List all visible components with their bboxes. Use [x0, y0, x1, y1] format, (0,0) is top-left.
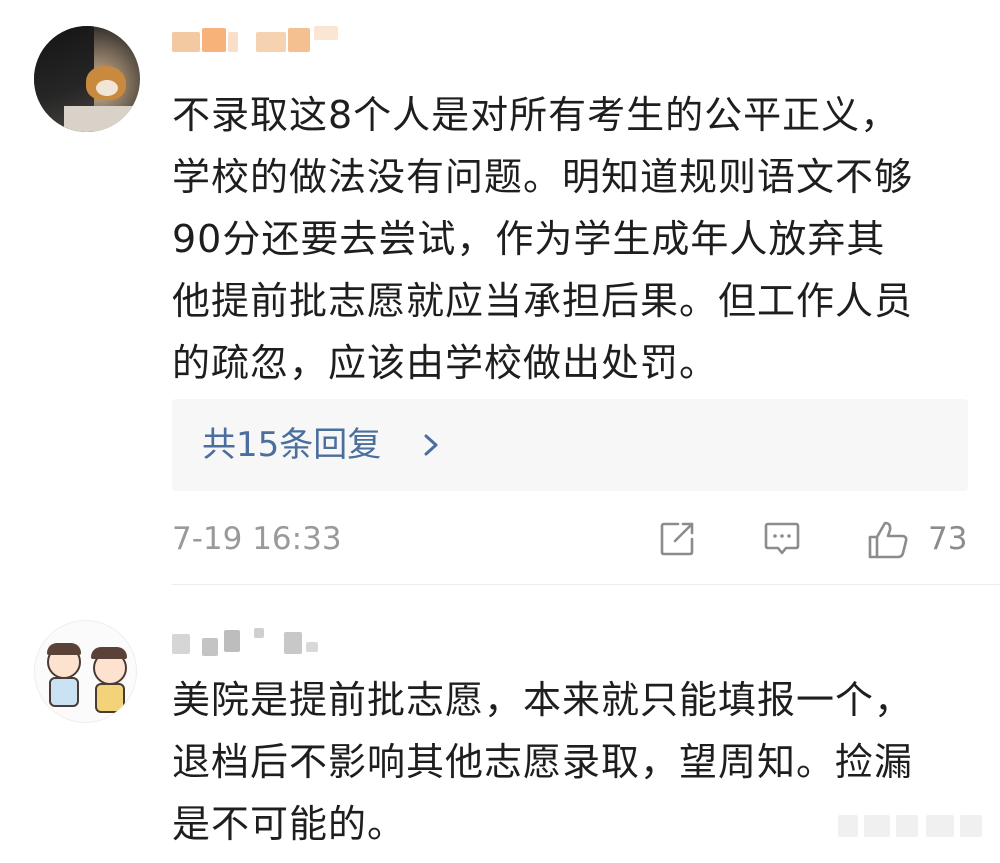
comment-footer: 7-19 16:33 73 — [172, 514, 972, 564]
comment-text-line: 学校的做法没有问题。明知道规则语文不够 — [172, 155, 914, 199]
username-blurred[interactable] — [172, 26, 352, 54]
comment-item: 不录取这8个人是对所有考生的公平正义， 学校的做法没有问题。明知道规则语文不够 … — [0, 0, 1000, 585]
comment-text: 不录取这8个人是对所有考生的公平正义， 学校的做法没有问题。明知道规则语文不够 … — [172, 84, 913, 394]
like-count: 73 — [928, 521, 968, 557]
user-avatar[interactable] — [34, 620, 137, 723]
comment-text-line: 90分还要去尝试，作为学生成年人放弃其 — [172, 217, 886, 261]
comment-timestamp: 7-19 16:33 — [172, 521, 342, 557]
share-button[interactable] — [656, 514, 702, 564]
watermark-blurred — [838, 807, 988, 843]
comment-text-line: 退档后不影响其他志愿录取，望周知。捡漏 — [172, 740, 914, 784]
comment-text-line: 是不可能的。 — [172, 802, 407, 846]
reply-button[interactable] — [760, 514, 806, 564]
comment-text-line: 不录取这8个人是对所有考生的公平正义， — [172, 93, 900, 137]
username-blurred[interactable] — [172, 628, 322, 656]
view-replies-button[interactable]: 共15条回复 — [172, 399, 968, 491]
comment-text-line: 美院是提前批志愿，本来就只能填报一个， — [172, 678, 914, 722]
comment-text-line: 的疏忽，应该由学校做出处罚。 — [172, 341, 719, 385]
chevron-right-icon — [414, 427, 450, 463]
comment-text-line: 他提前批志愿就应当承担后果。但工作人员 — [172, 279, 914, 323]
comment-text: 美院是提前批志愿，本来就只能填报一个， 退档后不影响其他志愿录取，望周知。捡漏 … — [172, 669, 913, 855]
user-avatar[interactable] — [34, 26, 140, 132]
replies-count-label: 共15条回复 — [202, 425, 382, 465]
like-button[interactable]: 73 — [864, 514, 972, 564]
